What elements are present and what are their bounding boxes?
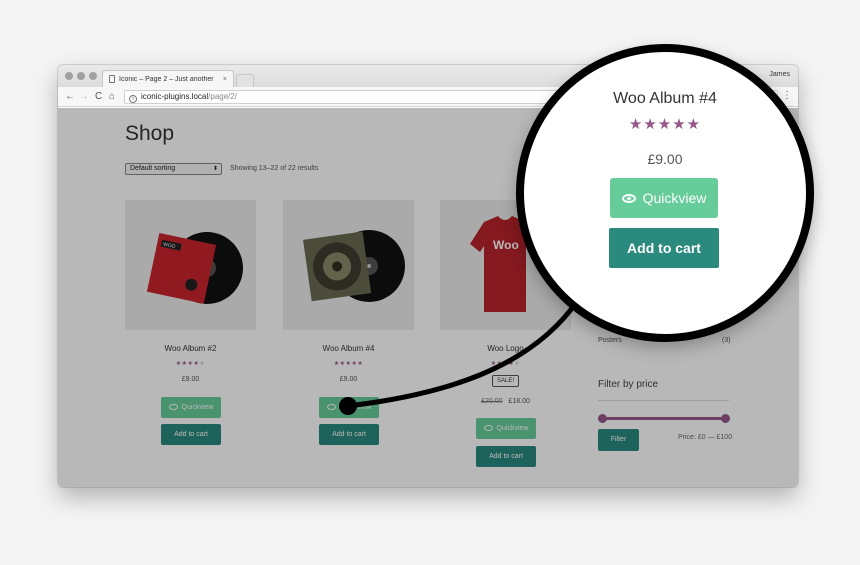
star-filled-icon: ★	[672, 116, 687, 133]
star-filled-icon: ★	[643, 116, 658, 133]
zoom-add-to-cart-button[interactable]: Add to cart	[609, 228, 719, 268]
zoom-callout: Woo Album #4 ★★★★★ £9.00 Quickview Add t…	[516, 44, 814, 342]
eye-icon	[621, 194, 636, 203]
star-filled-icon: ★	[628, 116, 644, 133]
zoom-product-name[interactable]: Woo Album #4	[524, 90, 806, 108]
zoom-star-rating: ★★★★★	[524, 115, 806, 133]
zoom-quickview-label: Quickview	[642, 190, 707, 206]
star-filled-icon: ★	[657, 116, 673, 133]
callout-pointer-dot	[339, 397, 357, 415]
star-filled-icon: ★	[686, 116, 702, 133]
zoom-quickview-button[interactable]: Quickview	[610, 178, 718, 218]
zoom-product-price: £9.00	[647, 151, 683, 167]
